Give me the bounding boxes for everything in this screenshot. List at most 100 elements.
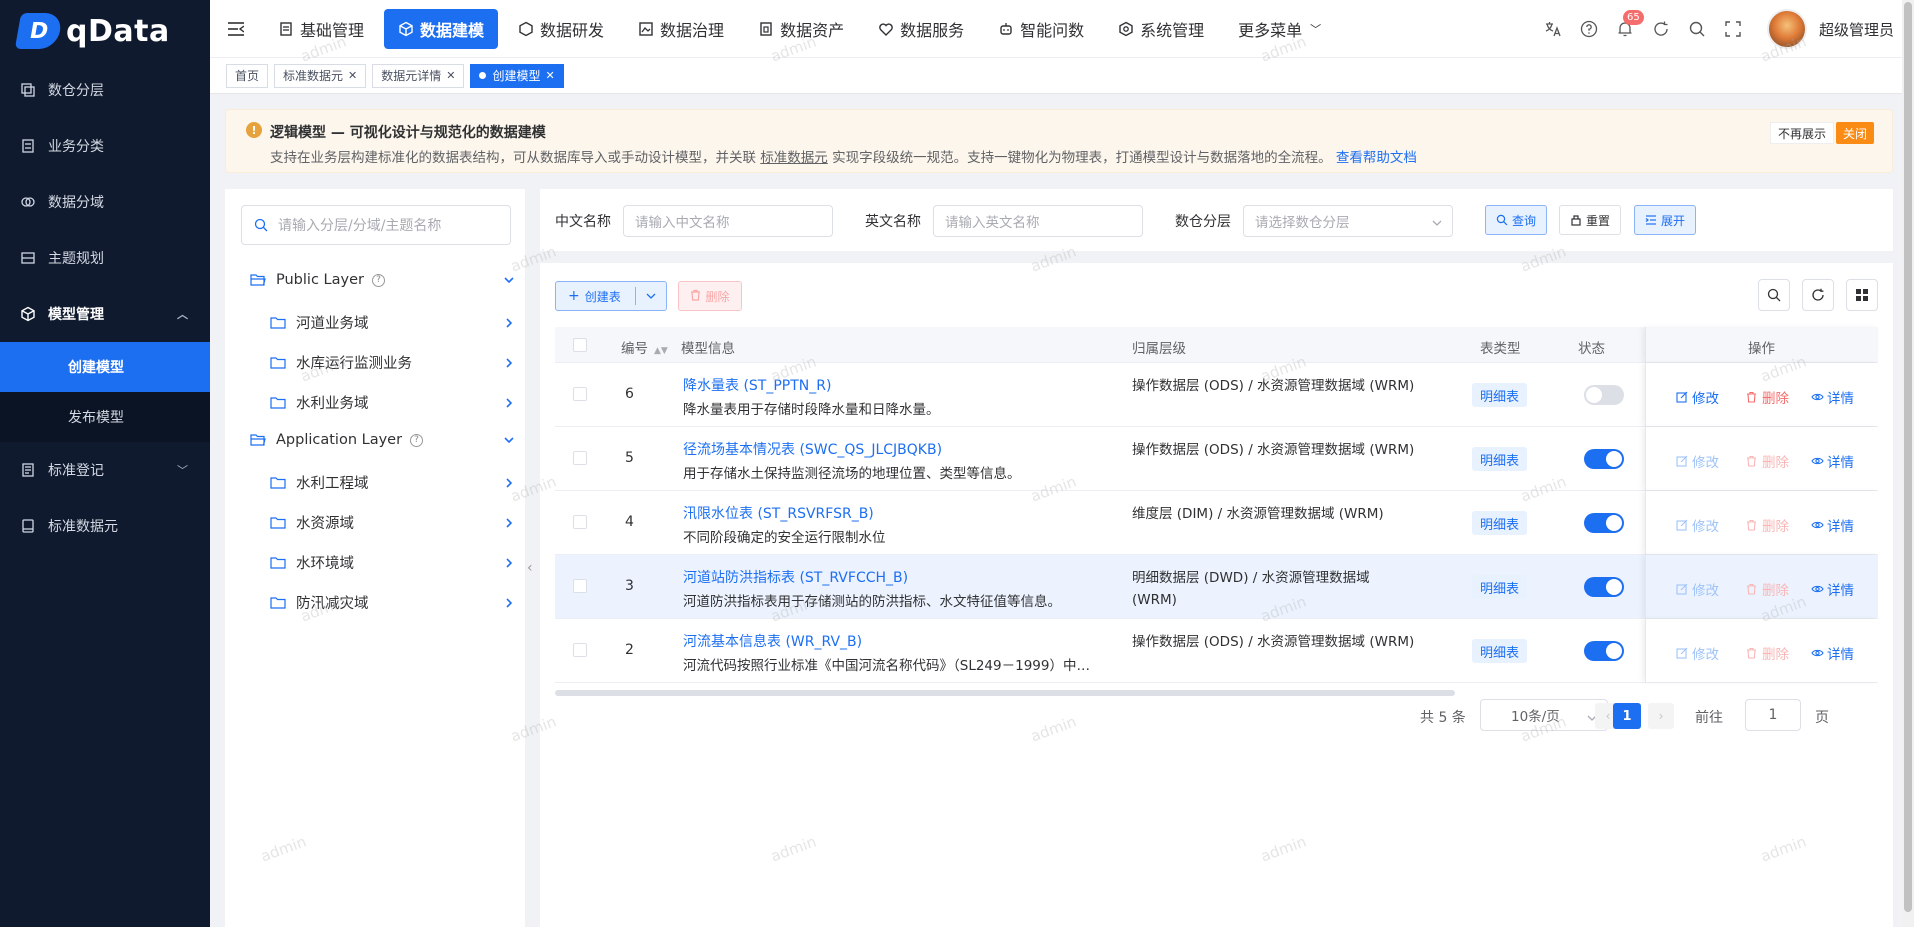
vertical-scrollbar[interactable] (1902, 0, 1914, 927)
translate-icon[interactable] (1543, 19, 1563, 39)
chevron-right-icon[interactable] (503, 557, 515, 569)
sidebar-item-model-management[interactable]: 模型管理 ︿ (0, 286, 210, 342)
detail-button[interactable]: 详情 (1811, 643, 1854, 663)
detail-button[interactable]: 详情 (1811, 387, 1854, 407)
detail-button[interactable]: 详情 (1811, 579, 1854, 599)
query-button[interactable]: 查询 (1485, 205, 1548, 235)
chevron-right-icon[interactable] (503, 357, 515, 369)
hamburger-icon[interactable] (228, 21, 245, 36)
edit-button[interactable]: 修改 (1676, 387, 1719, 407)
edit-button[interactable]: 修改 (1676, 515, 1719, 535)
reset-button[interactable]: 重置 (1559, 205, 1622, 235)
nav-item-basic-management[interactable]: 基础管理 (264, 9, 378, 49)
sidebar-subitem-create-model[interactable]: 创建模型 (0, 342, 210, 392)
create-table-main[interactable]: + 创建表 (556, 287, 636, 305)
delete-button[interactable]: 删除 (1746, 643, 1789, 663)
edit-button[interactable]: 修改 (1676, 579, 1719, 599)
delete-button[interactable]: 删除 (1746, 451, 1789, 471)
nav-item-data-development[interactable]: 数据研发 (504, 9, 618, 49)
sidebar-item-data-domain[interactable]: 数据分域 (0, 174, 210, 230)
search-icon[interactable] (1687, 19, 1707, 39)
sidebar-item-warehouse-layers[interactable]: 数仓分层 (0, 62, 210, 118)
row-checkbox[interactable] (573, 387, 587, 401)
collapse-panel-icon[interactable]: ‹ (527, 560, 533, 576)
chevron-down-icon[interactable] (503, 274, 515, 286)
cn-name-input[interactable]: 请输入中文名称 (623, 205, 833, 237)
help-icon[interactable]: ? (371, 273, 385, 287)
tree-node-application-layer[interactable]: Application Layer ? (250, 432, 515, 448)
th-id[interactable]: 编号 ▲▼ (621, 337, 668, 357)
status-toggle[interactable] (1584, 449, 1624, 469)
logo[interactable]: D qData (0, 0, 210, 62)
chevron-down-icon[interactable] (503, 434, 515, 446)
row-checkbox[interactable] (573, 451, 587, 465)
nav-item-data-assets[interactable]: 数据资产 (744, 9, 858, 49)
tree-node-river-business[interactable]: 河道业务域 (270, 312, 515, 333)
tab-data-element-detail[interactable]: 数据元详情 ✕ (372, 63, 465, 88)
horizontal-scrollbar[interactable] (555, 690, 1455, 696)
dont-show-again-button[interactable]: 不再展示 (1769, 122, 1834, 144)
table-row[interactable]: 3 河道站防洪指标表 (ST_RVFCCH_B) 河道防洪指标表用于存储测站的防洪指… (555, 555, 1878, 619)
nav-item-more-menu[interactable]: 更多菜单 ﹀ (1224, 9, 1335, 49)
row-checkbox[interactable] (573, 515, 587, 529)
tree-node-water-resources[interactable]: 水资源域 (270, 512, 515, 533)
tree-node-water-environment[interactable]: 水环境域 (270, 552, 515, 573)
tab-home[interactable]: 首页 (226, 63, 269, 88)
help-doc-link[interactable]: 查看帮助文档 (1336, 150, 1417, 166)
model-name-link[interactable]: 汛限水位表 (ST_RSVRFSR_B) (683, 503, 874, 523)
scrollbar-thumb[interactable] (1904, 2, 1912, 912)
status-toggle[interactable] (1584, 577, 1624, 597)
nav-item-data-modeling[interactable]: 数据建模 (384, 8, 499, 49)
tab-standard-data-element[interactable]: 标准数据元 ✕ (274, 63, 367, 88)
nav-item-data-services[interactable]: 数据服务 (864, 9, 978, 49)
edit-button[interactable]: 修改 (1676, 643, 1719, 663)
tree-node-public-layer[interactable]: Public Layer ? (250, 272, 515, 288)
close-alert-button[interactable]: 关闭 (1835, 122, 1874, 144)
goto-page-input[interactable]: 1 (1745, 699, 1801, 731)
close-icon[interactable]: ✕ (446, 69, 455, 82)
standard-data-element-link[interactable]: 标准数据元 (760, 150, 828, 166)
nav-item-system-management[interactable]: 系统管理 (1104, 9, 1218, 49)
detail-button[interactable]: 详情 (1811, 451, 1854, 471)
edit-button[interactable]: 修改 (1676, 451, 1719, 471)
select-all-checkbox[interactable] (573, 338, 587, 352)
help-icon[interactable]: ? (410, 433, 424, 447)
tree-node-reservoir-monitoring[interactable]: 水库运行监测业务 (270, 352, 515, 373)
row-checkbox[interactable] (573, 579, 587, 593)
chevron-right-icon[interactable] (503, 517, 515, 529)
table-row[interactable]: 6 降水量表 (ST_PPTN_R) 降水量表用于存储时段降水量和日降水量。 操作数据… (555, 363, 1878, 427)
delete-button[interactable]: 删除 (1746, 515, 1789, 535)
layer-select[interactable]: 请选择数仓分层 (1243, 205, 1453, 237)
nav-item-data-governance[interactable]: 数据治理 (624, 9, 738, 49)
sidebar-item-theme-planning[interactable]: 主题规划 (0, 230, 210, 286)
chevron-right-icon[interactable] (503, 477, 515, 489)
create-table-dropdown[interactable] (636, 291, 666, 301)
expand-button[interactable]: 展开 (1634, 205, 1697, 235)
delete-button[interactable]: 删除 (1746, 387, 1789, 407)
avatar[interactable] (1766, 9, 1807, 49)
model-name-link[interactable]: 河流基本信息表 (WR_RV_B) (683, 631, 862, 651)
status-toggle[interactable] (1584, 385, 1624, 405)
delete-button[interactable]: 删除 (1746, 579, 1789, 599)
table-row[interactable]: 5 径流场基本情况表 (SWC_QS_JLCJBQKB) 用于存储水土保持监测径流场… (555, 427, 1878, 491)
tree-search-input[interactable]: 请输入分层/分域/主题名称 (241, 205, 511, 245)
current-page-button[interactable]: 1 (1613, 703, 1641, 729)
chevron-right-icon[interactable] (503, 597, 515, 609)
batch-delete-button[interactable]: 删除 (678, 281, 742, 311)
column-settings-button[interactable] (1846, 279, 1878, 311)
en-name-input[interactable]: 请输入英文名称 (933, 205, 1143, 237)
refresh-icon[interactable] (1651, 19, 1671, 39)
detail-button[interactable]: 详情 (1811, 515, 1854, 535)
model-name-link[interactable]: 降水量表 (ST_PPTN_R) (683, 375, 831, 395)
next-page-button[interactable]: › (1648, 703, 1674, 729)
tree-node-flood-control[interactable]: 防汛减灾域 (270, 592, 515, 613)
status-toggle[interactable] (1584, 641, 1624, 661)
table-row[interactable]: 2 河流基本信息表 (WR_RV_B) 河流代码按照行业标准《中国河流名称代码》（S… (555, 619, 1878, 683)
toggle-search-button[interactable] (1758, 279, 1790, 311)
page-size-select[interactable]: 10条/页 (1480, 699, 1608, 731)
create-table-button[interactable]: + 创建表 (555, 281, 667, 311)
help-icon[interactable] (1579, 19, 1599, 39)
nav-item-smart-query[interactable]: 智能问数 (984, 9, 1098, 49)
model-name-link[interactable]: 河道站防洪指标表 (ST_RVFCCH_B) (683, 567, 908, 587)
tree-node-water-engineering[interactable]: 水利工程域 (270, 472, 515, 493)
